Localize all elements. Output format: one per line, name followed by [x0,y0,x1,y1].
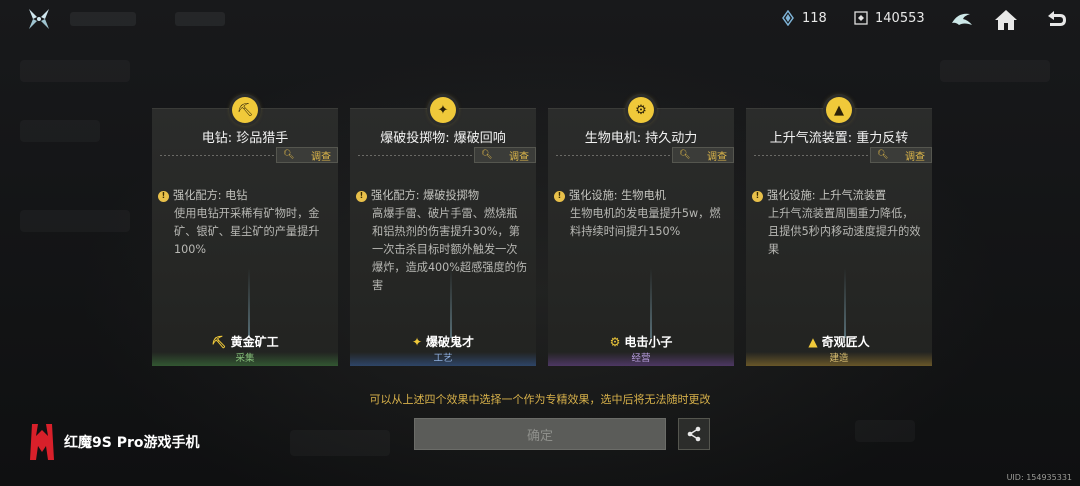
share-icon [687,426,701,442]
selection-hint: 可以从上述四个效果中选择一个作为专精效果，选中后将无法随时更改 [369,393,711,406]
specialization-card[interactable]: ⚙ 生物电机: 持久动力 🔍︎ 调查 ! 强化设施: 生物电机 生物电机的发电量提… [548,97,734,366]
credits-value: 140553 [875,10,925,26]
card-description: 上升气流装置周围重力降低，且提供5秒内移动速度提升的效果 [768,207,921,256]
red-magic-logo-icon [30,424,54,460]
magnifier-icon: 🔍︎ [481,150,493,160]
energy-value: 118 [802,10,827,26]
info-icon: ! [752,190,763,202]
investigate-label: 调查 [311,151,331,163]
bird-icon[interactable] [948,6,976,34]
bg-element [20,120,100,142]
grenade-badge-icon: ✦ [411,334,423,349]
badge-label: 黄金矿工 [230,335,279,349]
motor-badge-icon: ⚙ [609,334,621,349]
glow-line [450,268,452,338]
badge-label: 爆破鬼才 [426,335,475,349]
investigate-button[interactable]: 🔍︎ 调查 [870,147,932,163]
bg-element [20,210,130,232]
drill-icon: ⛏ [232,97,258,123]
glow-line [248,268,250,338]
grenade-icon: ✦ [430,97,456,123]
card-badge: ⛏ 黄金矿工 [152,333,338,350]
investigate-label: 调查 [905,151,925,163]
card-head: 强化配方: 爆破投掷物 [371,189,480,202]
card-description: 生物电机的发电量提升5w，燃料持续时间提升150% [570,207,721,238]
investigate-label: 调查 [707,151,727,163]
bg-element [290,430,390,456]
magnifier-icon: 🔍︎ [679,150,691,160]
info-icon: ! [158,190,169,202]
home-icon[interactable] [992,6,1020,34]
faded-tab [175,12,225,26]
specialization-cards: ⛏ 电钻: 珍品猎手 🔍︎ 调查 ! 强化配方: 电钻 使用电钻开采稀有矿物时，金… [152,97,934,366]
card-body: ! 强化设施: 生物电机 生物电机的发电量提升5w，燃料持续时间提升150% [554,187,726,241]
card-badge: ▲ 奇观匠人 [746,333,932,350]
card-title: 爆破投掷物: 爆破回响 [380,131,506,146]
card-head: 强化配方: 电钻 [173,189,248,202]
confirm-button[interactable]: 确定 [414,418,666,450]
investigate-button[interactable]: 🔍︎ 调查 [276,147,338,163]
back-arrow-icon[interactable] [1042,6,1070,34]
glow-line [844,268,846,338]
category-label: 采集 [152,352,338,366]
badge-label: 电击小子 [624,335,673,349]
bg-element [20,60,130,82]
x-logo-icon[interactable] [26,6,52,32]
investigate-button[interactable]: 🔍︎ 调查 [474,147,536,163]
faded-tab [70,12,136,26]
card-body: ! 强化配方: 爆破投掷物 高爆手雷、破片手雷、燃烧瓶和铝热剂的伤害提升30%，第… [356,187,528,295]
updraft-badge-icon: ▲ [808,334,818,349]
card-title: 生物电机: 持久动力 [584,131,698,146]
card-head: 强化设施: 生物电机 [569,189,666,202]
drill-badge-icon: ⛏ [211,334,227,349]
specialization-card[interactable]: ✦ 爆破投掷物: 爆破回响 🔍︎ 调查 ! 强化配方: 爆破投掷物 高爆手雷、破片… [350,97,536,366]
crystal-icon [780,9,796,27]
category-label: 工艺 [350,352,536,366]
bg-element [855,420,915,442]
specialization-card[interactable]: ⛏ 电钻: 珍品猎手 🔍︎ 调查 ! 强化配方: 电钻 使用电钻开采稀有矿物时，金… [152,97,338,366]
card-badge: ✦ 爆破鬼才 [350,333,536,350]
magnifier-icon: 🔍︎ [877,150,889,160]
brand-text: 红魔9S Pro游戏手机 [64,435,200,451]
card-description: 高爆手雷、破片手雷、燃烧瓶和铝热剂的伤害提升30%，第一次击杀目标时额外触发一次… [372,207,528,292]
bg-element [940,60,1050,82]
glow-line [650,268,652,338]
uid-label: UID: 154935331 [1006,473,1072,482]
card-body: ! 强化设施: 上升气流装置 上升气流装置周围重力降低，且提供5秒内移动速度提升的… [752,187,924,259]
currency-icon [853,10,869,26]
specialization-card[interactable]: ▲ 上升气流装置: 重力反转 🔍︎ 调查 ! 强化设施: 上升气流装置 上升气流装… [746,97,932,366]
updraft-icon: ▲ [826,97,852,123]
energy-counter: 118 [780,9,827,27]
card-description: 使用电钻开采稀有矿物时，金矿、银矿、星尘矿的产量提升100% [174,207,320,256]
investigate-label: 调查 [509,151,529,163]
credits-counter: 140553 [853,10,925,26]
motor-icon: ⚙ [628,97,654,123]
card-title: 电钻: 珍品猎手 [201,131,289,146]
share-button[interactable] [678,418,710,450]
info-icon: ! [356,190,367,202]
info-icon: ! [554,190,565,202]
badge-label: 奇观匠人 [821,335,870,349]
card-body: ! 强化配方: 电钻 使用电钻开采稀有矿物时，金矿、银矿、星尘矿的产量提升100% [158,187,330,259]
top-bar: 118 140553 [0,0,1080,40]
device-watermark: 红魔9S Pro游戏手机 [28,422,199,462]
card-badge: ⚙ 电击小子 [548,333,734,350]
category-label: 经营 [548,352,734,366]
magnifier-icon: 🔍︎ [283,150,295,160]
investigate-button[interactable]: 🔍︎ 调查 [672,147,734,163]
card-head: 强化设施: 上升气流装置 [767,189,887,202]
card-title: 上升气流装置: 重力反转 [769,131,909,146]
category-label: 建造 [746,352,932,366]
